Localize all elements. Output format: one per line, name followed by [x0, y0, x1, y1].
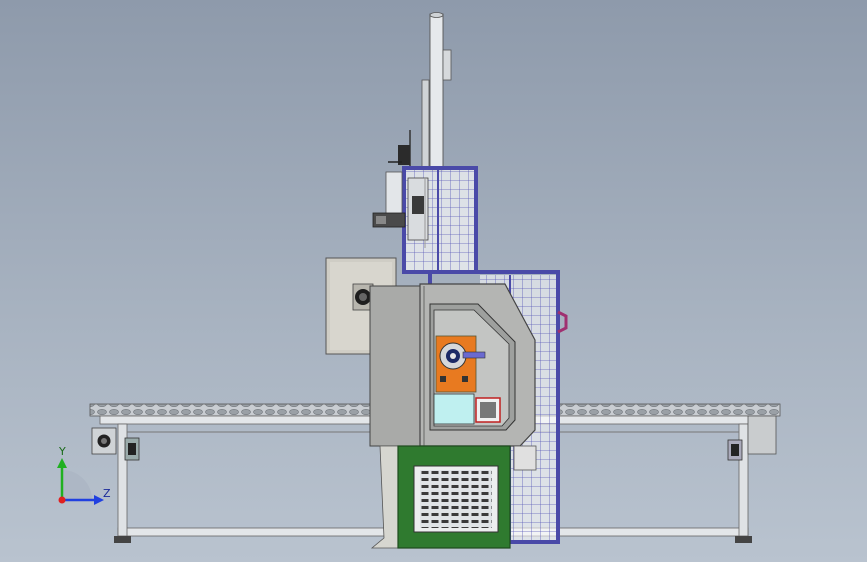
cabinet-sensor	[513, 445, 537, 471]
mast-rail	[421, 79, 430, 171]
triad-origin	[58, 496, 66, 504]
vertical-mast[interactable]	[388, 12, 452, 171]
upper-guard[interactable]	[402, 166, 478, 274]
clamp-arm	[462, 351, 486, 359]
conveyor-foot-right	[735, 536, 752, 543]
side-mechanism	[372, 171, 406, 228]
conveyor-roller-bed-left	[89, 403, 381, 417]
y-axis-arrow	[57, 458, 67, 468]
mast-side-plate	[442, 49, 452, 81]
cyan-panel	[433, 393, 475, 425]
conveyor-roller-bed-right	[557, 403, 781, 417]
cad-viewport[interactable]: Y Z	[0, 0, 867, 562]
conveyor-end-box	[747, 415, 777, 455]
z-axis-label: Z	[103, 487, 111, 500]
machine-housing[interactable]	[369, 283, 536, 447]
mast-column	[429, 13, 444, 171]
y-axis-label: Y	[58, 445, 66, 458]
conveyor-foot-left	[114, 536, 131, 543]
